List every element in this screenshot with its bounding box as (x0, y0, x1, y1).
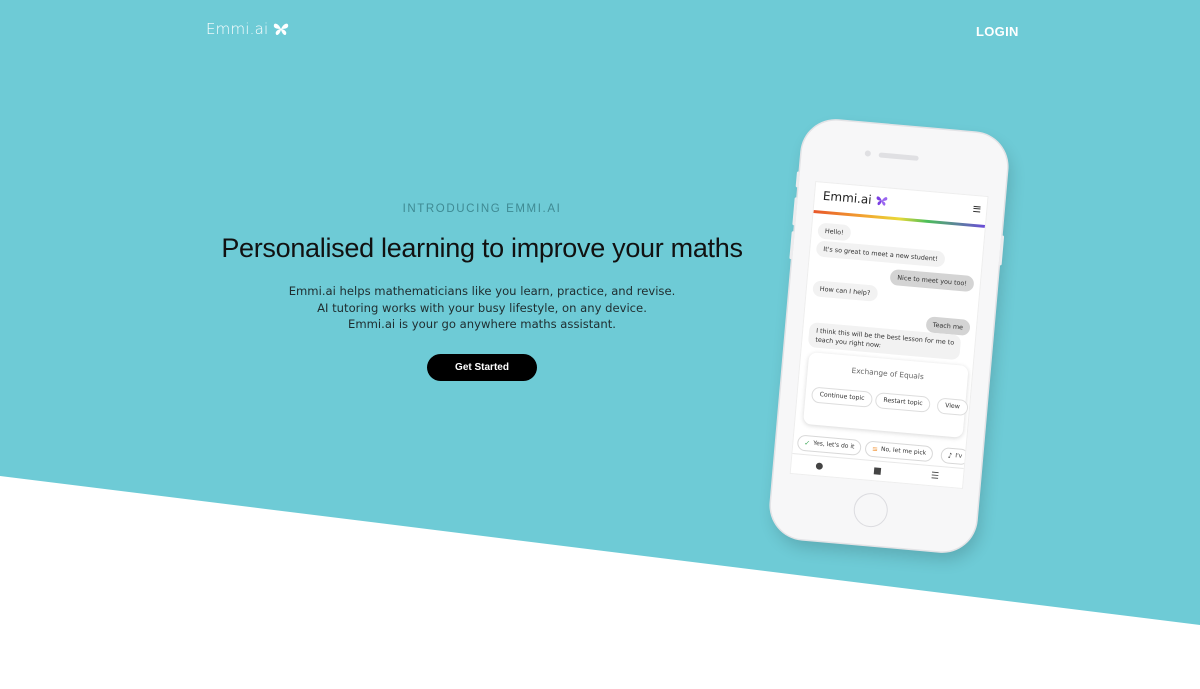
hamburger-menu-icon[interactable] (973, 205, 981, 213)
list-icon: ≡ (871, 444, 879, 454)
phone-home-button (852, 491, 890, 529)
brand-name: Emmi.ai (206, 20, 269, 38)
topic-title: Exchange of Equals (851, 365, 925, 382)
top-nav: Emmi.ai LOGIN (0, 0, 1200, 64)
phone-side-button (789, 231, 795, 260)
quick-reply-more[interactable]: ♪ I'v (940, 447, 970, 466)
topic-card: Exchange of Equals Continue topic Restar… (803, 352, 969, 438)
quick-reply-label: Yes, let's do it (812, 439, 855, 451)
brand-logo[interactable]: Emmi.ai (206, 20, 289, 38)
phone-screen: Emmi.ai Hello! It's so great to meet a n… (789, 180, 989, 490)
phone-speaker (878, 152, 919, 161)
chat-bubble-bot: How can I help? (812, 280, 878, 302)
quick-reply-label: No, let me pick (880, 445, 927, 457)
butterfly-icon (274, 23, 289, 36)
music-note-icon: ♪ (947, 451, 953, 460)
hero-background (0, 0, 1200, 625)
quick-reply-yes[interactable]: ✓ Yes, let's do it (796, 434, 863, 456)
view-topic-button[interactable]: View (936, 397, 969, 417)
login-link[interactable]: LOGIN (976, 24, 1019, 39)
phone-side-button (792, 197, 798, 226)
chat-bubble-bot: Hello! (817, 222, 852, 242)
phone-side-button (998, 235, 1005, 266)
phone-camera (864, 150, 872, 157)
get-started-button[interactable]: Get Started (427, 354, 537, 381)
app-logo: Emmi.ai (822, 189, 888, 209)
quick-reply-label: I'v (954, 452, 963, 460)
list-icon[interactable]: ☰ (931, 471, 940, 482)
butterfly-icon (876, 196, 888, 206)
quick-reply-no[interactable]: ≡ No, let me pick (864, 440, 934, 463)
phone-mockup: Emmi.ai Hello! It's so great to meet a n… (766, 117, 1016, 556)
app-logo-text: Emmi.ai (822, 188, 873, 207)
check-icon: ✓ (804, 439, 811, 448)
chat-icon[interactable]: ■ (873, 466, 882, 477)
phone-body: Emmi.ai Hello! It's so great to meet a n… (768, 117, 1010, 555)
continue-topic-button[interactable]: Continue topic (810, 386, 874, 408)
phone-side-button (795, 171, 800, 188)
help-icon[interactable]: ● (815, 461, 824, 472)
chat-bubble-user: Nice to meet you too! (889, 268, 975, 293)
app-tab-bar: ● ■ ☰ (790, 453, 964, 490)
chat-bubble-bot: It's so great to meet a new student! (815, 240, 946, 268)
restart-topic-button[interactable]: Restart topic (874, 392, 932, 413)
